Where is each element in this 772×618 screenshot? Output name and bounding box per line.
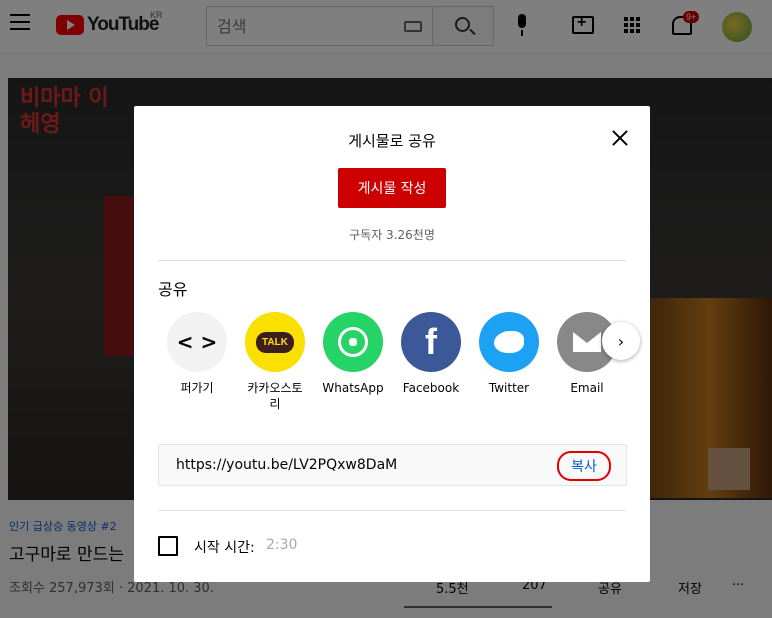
- create-post-button[interactable]: 게시물 작성: [338, 168, 446, 208]
- share-url[interactable]: https://youtu.be/LV2PQxw8DaM: [176, 457, 397, 473]
- share-target-label: Twitter: [488, 381, 530, 395]
- divider: [158, 510, 626, 511]
- chevron-right-icon[interactable]: ›: [602, 322, 640, 360]
- share-targets: < > 퍼가기 TALK 카카오스토리 WhatsApp f Facebook …: [158, 312, 628, 422]
- share-target-label: 퍼가기: [180, 381, 214, 395]
- start-time-label: 시작 시간:: [194, 540, 255, 556]
- copy-button[interactable]: 복사: [557, 451, 611, 481]
- share-target-label: 카카오스토리: [247, 381, 303, 411]
- kakaotalk-icon: TALK: [245, 312, 305, 372]
- share-section-label: 공유: [158, 280, 188, 299]
- share-target-facebook[interactable]: f Facebook: [392, 312, 470, 396]
- share-target-label: WhatsApp: [322, 381, 384, 395]
- start-time-checkbox[interactable]: [158, 536, 178, 556]
- embed-icon: < >: [167, 312, 227, 372]
- share-target-label: Email: [570, 381, 604, 395]
- share-target-kakao[interactable]: TALK 카카오스토리: [236, 312, 314, 412]
- close-icon[interactable]: [610, 128, 630, 148]
- share-url-box: https://youtu.be/LV2PQxw8DaM 복사: [158, 444, 627, 486]
- share-target-whatsapp[interactable]: WhatsApp: [314, 312, 392, 396]
- twitter-icon: [479, 312, 539, 372]
- share-target-twitter[interactable]: Twitter: [470, 312, 548, 396]
- share-dialog: 게시물로 공유 게시물 작성 구독자 3.26천명 공유 < > 퍼가기 TAL…: [134, 106, 650, 582]
- subscriber-count: 구독자 3.26천명: [349, 228, 435, 242]
- share-target-label: Facebook: [402, 381, 460, 395]
- whatsapp-icon: [323, 312, 383, 372]
- facebook-icon: f: [401, 312, 461, 372]
- share-target-embed[interactable]: < > 퍼가기: [158, 312, 236, 396]
- divider: [158, 260, 626, 261]
- start-time-value: 2:30: [266, 537, 298, 553]
- dialog-title: 게시물로 공유: [348, 132, 436, 150]
